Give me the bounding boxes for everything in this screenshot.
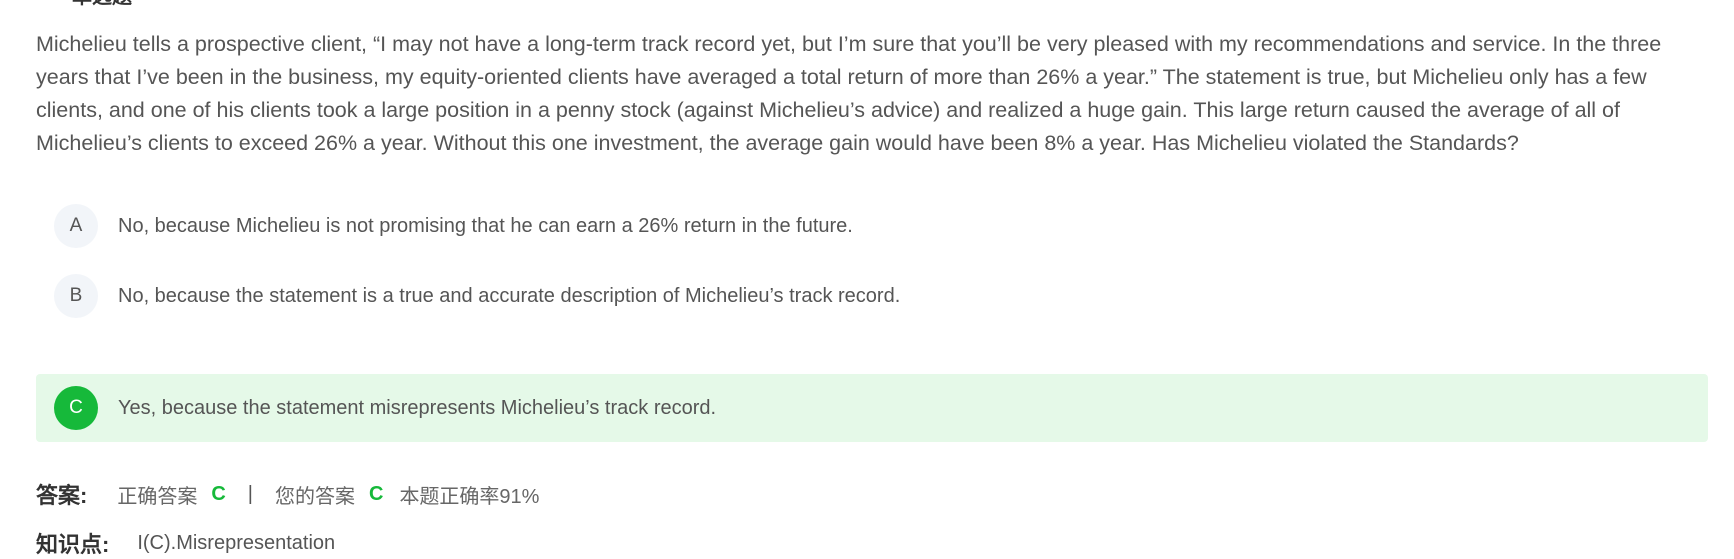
answer-separator: |: [247, 482, 253, 505]
option-b[interactable]: B No, because the statement is a true an…: [36, 262, 1708, 330]
knowledge-value: I(C).Misrepresentation: [137, 531, 336, 554]
your-answer-label: 您的答案: [274, 485, 355, 508]
accuracy-rate: 本题正确率91%: [399, 485, 540, 508]
option-a[interactable]: A No, because Michelieu is not promising…: [36, 192, 1708, 260]
option-b-letter: B: [54, 274, 98, 318]
option-a-text: No, because Michelieu is not promising t…: [118, 214, 853, 237]
option-c-letter: C: [54, 386, 98, 430]
option-c-text: Yes, because the statement misrepresents…: [118, 396, 717, 419]
correct-answer-value: C: [211, 482, 226, 505]
top-toolbar: 单选题 ▮ ★ ✎ ●: [36, 0, 1734, 9]
your-answer-value: C: [368, 482, 384, 505]
option-a-letter: A: [54, 204, 98, 248]
correct-answer-label: 正确答案: [117, 485, 198, 508]
option-c[interactable]: C Yes, because the statement misrepresen…: [36, 374, 1708, 442]
knowledge-label: 知识点:: [36, 532, 110, 557]
answer-summary: 答案: 正确答案 C | 您的答案 C 本题正确率91%: [36, 478, 539, 510]
question-stem: Michelieu tells a prospective client, “I…: [36, 32, 1662, 155]
answer-label: 答案:: [36, 483, 88, 508]
knowledge-point: 知识点: I(C).Misrepresentation: [36, 527, 335, 559]
question-type-title: 单选题: [72, 0, 132, 9]
option-b-text: No, because the statement is a true and …: [118, 284, 901, 307]
